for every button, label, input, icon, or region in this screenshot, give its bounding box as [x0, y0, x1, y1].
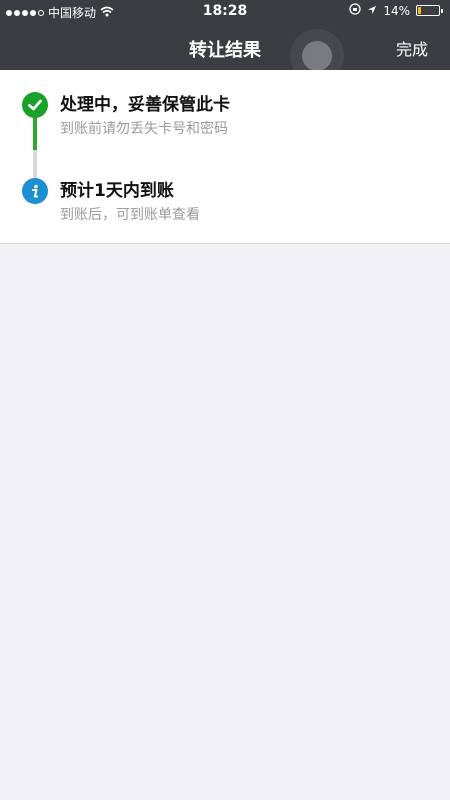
page-title: 转让结果: [189, 40, 261, 61]
battery-percent: 14%: [383, 3, 410, 18]
step-1-subtitle: 到账前请勿丢失卡号和密码: [60, 121, 228, 137]
check-icon: [22, 92, 48, 118]
location-icon: [367, 4, 377, 18]
step-2-title: 预计1天内到账: [60, 181, 174, 201]
step-2-subtitle: 到账后，可到账单查看: [60, 207, 200, 223]
rotation-lock-icon: [349, 3, 361, 18]
done-button[interactable]: 完成: [396, 36, 428, 60]
info-icon: [22, 178, 48, 204]
status-bar: 中国移动 18:28 14%: [0, 0, 450, 24]
status-right: 14%: [349, 3, 443, 18]
progress-card: 处理中，妥善保管此卡 到账前请勿丢失卡号和密码 预计1天内到账 到账后，可到账单…: [0, 70, 450, 244]
timeline-pending-line: [33, 150, 37, 180]
battery-icon: [416, 5, 443, 16]
nav-bar: 转让结果 完成: [0, 24, 450, 83]
step-1-title: 处理中，妥善保管此卡: [60, 95, 230, 115]
